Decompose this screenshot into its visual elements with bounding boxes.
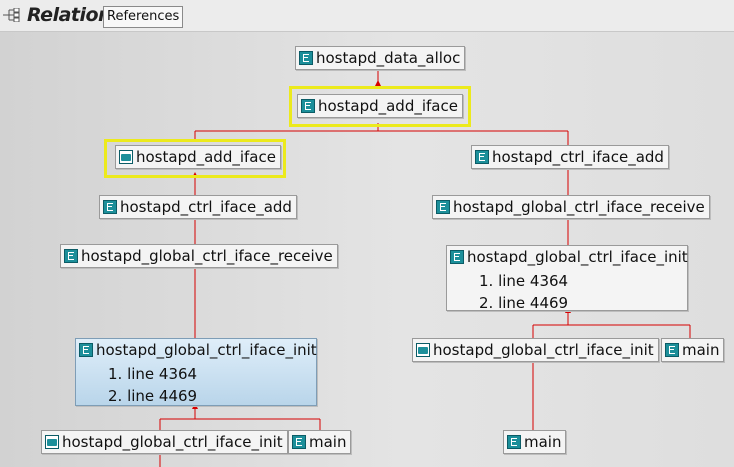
node-label: hostapd_ctrl_iface_add [492,148,664,166]
call-graph-node[interactable]: main [661,338,725,362]
node-label: hostapd_global_ctrl_iface_init [433,341,654,359]
function-icon [436,200,450,214]
call-graph-node[interactable]: hostapd_global_ctrl_iface_receive [60,244,338,268]
node-label: hostapd_add_iface [136,148,276,166]
node-label: hostapd_ctrl_iface_add [120,198,292,216]
node-label: hostapd_add_iface [318,97,458,115]
call-graph-node[interactable]: main [503,430,567,454]
function-icon [79,343,93,357]
call-site-line[interactable]: 2. line 4469 [108,385,316,407]
call-graph-node[interactable]: hostapd_global_ctrl_iface_init [412,338,659,362]
function-icon [299,51,313,65]
function-icon [64,249,78,263]
call-graph-node[interactable]: hostapd_global_ctrl_iface_init [41,430,288,454]
node-label: hostapd_global_ctrl_iface_init [467,248,688,266]
call-site-line[interactable]: 1. line 4364 [479,270,687,292]
function-icon [301,99,315,113]
call-graph-node[interactable]: hostapd_add_iface [115,145,281,169]
node-label: main [682,341,720,359]
node-label: hostapd_global_ctrl_iface_init [62,433,283,451]
node-label: main [524,433,562,451]
node-label: main [309,433,347,451]
function-icon [292,435,306,449]
call-graph-node[interactable]: hostapd_ctrl_iface_add [99,195,297,219]
node-label: hostapd_data_alloc [316,49,461,67]
call-site-line[interactable]: 1. line 4364 [108,363,316,385]
call-graph-node[interactable]: hostapd_global_ctrl_iface_init 1. line 4… [446,245,688,314]
call-graph-node[interactable]: hostapd_ctrl_iface_add [471,145,669,169]
recursive-function-icon [45,435,59,449]
recursive-function-icon [416,343,430,357]
function-icon [507,435,521,449]
function-icon [103,200,117,214]
node-label: hostapd_global_ctrl_iface_receive [453,198,705,216]
call-graph-node[interactable]: hostapd_add_iface [297,94,463,118]
call-graph-node[interactable]: hostapd_data_alloc [295,46,466,70]
node-label: hostapd_global_ctrl_iface_receive [81,247,333,265]
node-label: hostapd_global_ctrl_iface_init [96,341,317,359]
function-icon [475,150,489,164]
function-icon [450,250,464,264]
call-graph-node[interactable]: hostapd_global_ctrl_iface_receive [432,195,710,219]
recursive-function-icon [119,150,133,164]
function-icon [665,343,679,357]
selected-call-graph-node[interactable]: hostapd_global_ctrl_iface_init 1. line 4… [75,338,317,406]
call-graph-node[interactable]: main [288,430,352,454]
call-site-line[interactable]: 2. line 4469 [479,292,687,314]
